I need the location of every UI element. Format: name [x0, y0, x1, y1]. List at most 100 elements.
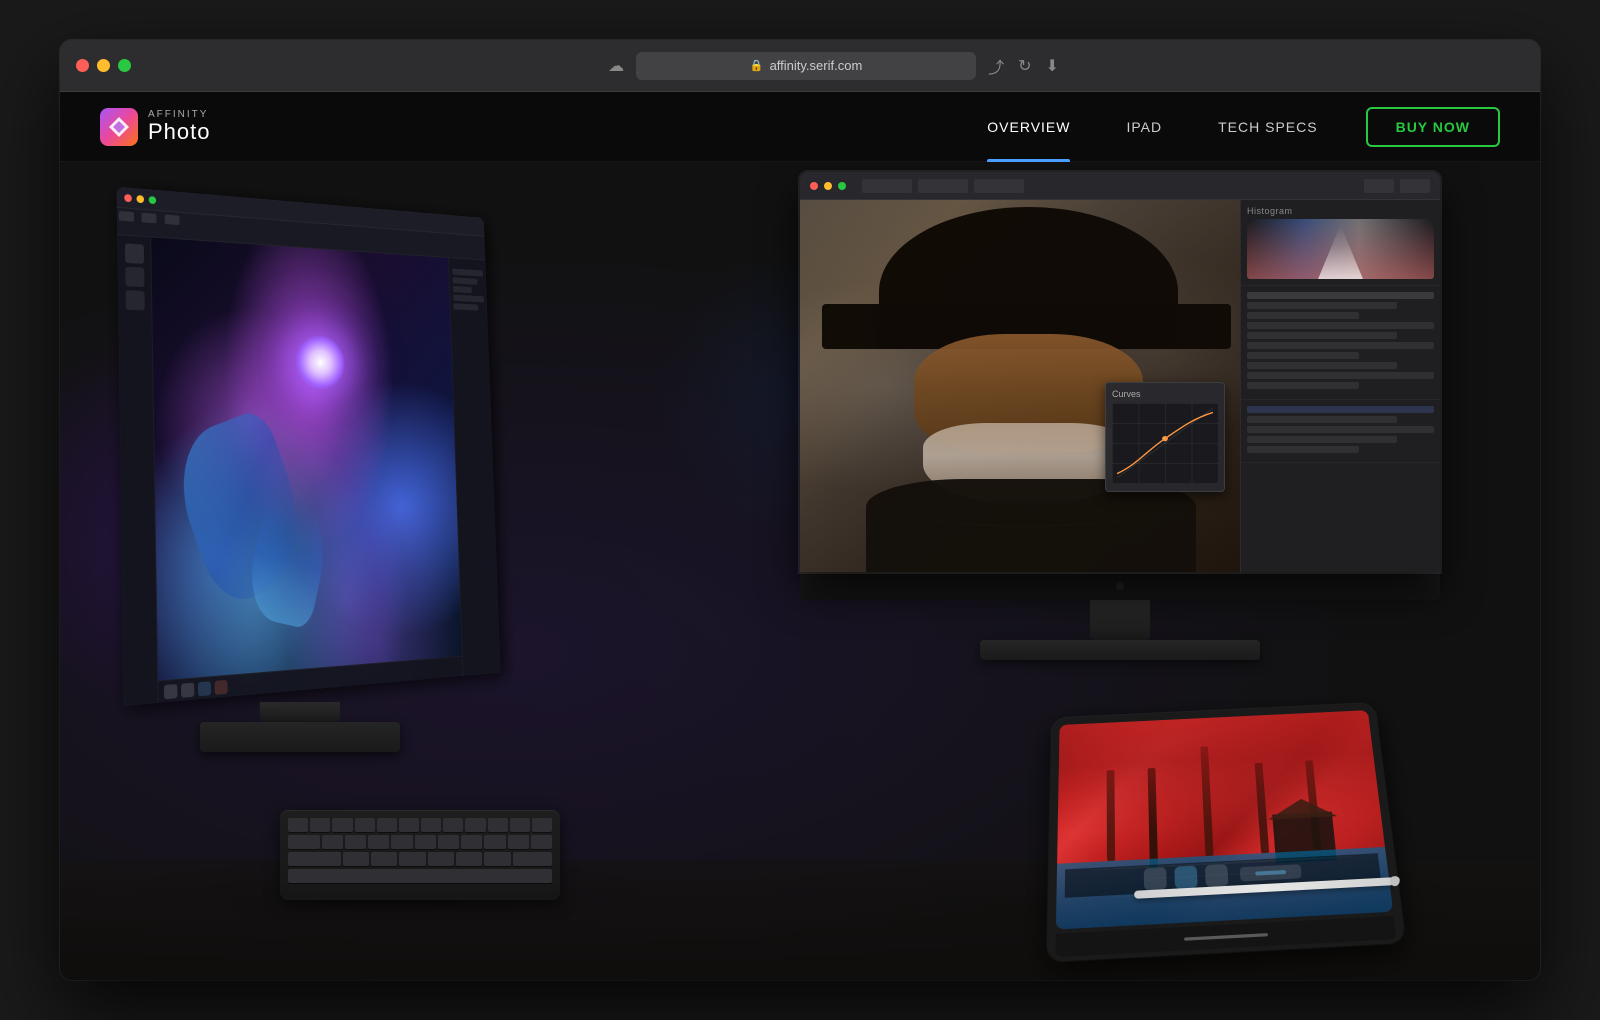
left-monitor	[120, 182, 560, 802]
key	[438, 835, 459, 849]
curves-popup: Curves	[1105, 382, 1225, 492]
key	[510, 818, 530, 832]
toolbar-item-3	[165, 214, 180, 225]
curves-title: Curves	[1112, 389, 1218, 399]
key	[488, 818, 508, 832]
left-monitor-stand	[260, 702, 340, 722]
key	[484, 835, 505, 849]
minimize-dot-r	[824, 182, 832, 190]
key	[484, 852, 510, 866]
key	[345, 835, 366, 849]
bottom-icon-4	[215, 679, 228, 694]
right-monitor-titlebar	[800, 172, 1440, 200]
ipad	[1047, 703, 1406, 962]
logo-area[interactable]: AFFINITY Photo	[100, 108, 211, 146]
key	[288, 869, 552, 883]
key	[513, 852, 552, 866]
key	[322, 835, 343, 849]
key	[288, 835, 320, 849]
close-dot	[124, 193, 132, 201]
home-indicator	[1184, 933, 1268, 941]
key-row-1	[288, 818, 552, 832]
share-icon: ⤴	[988, 54, 1004, 78]
key	[532, 818, 552, 832]
nav-link-tech-specs[interactable]: TECH SPECS	[1190, 92, 1345, 162]
key-row-4	[288, 869, 552, 883]
minimize-button[interactable]	[97, 59, 110, 72]
key	[391, 835, 412, 849]
histogram-section: Histogram	[1241, 200, 1440, 286]
right-monitor-stand-neck	[1090, 600, 1150, 640]
bottom-icon-2	[181, 682, 194, 697]
browser-chrome: ☁ 🔒 affinity.serif.com ⤴ ↻ ⬇	[60, 40, 1540, 92]
layers-section	[1241, 400, 1440, 463]
refresh-icon[interactable]: ↻	[1018, 56, 1031, 76]
dock-item-1	[1144, 867, 1167, 890]
maximize-dot-r	[838, 182, 846, 190]
key	[377, 818, 397, 832]
left-monitor-screen	[117, 187, 501, 706]
bottom-icon-1	[164, 683, 178, 698]
minimize-dot	[136, 194, 144, 202]
browser-window: ☁ 🔒 affinity.serif.com ⤴ ↻ ⬇	[60, 40, 1540, 980]
right-monitor-base	[980, 640, 1260, 660]
key	[443, 818, 463, 832]
product-name: Photo	[148, 120, 211, 144]
key	[428, 852, 454, 866]
keyboard	[280, 810, 560, 900]
key	[355, 818, 375, 832]
maximize-dot	[149, 196, 157, 204]
key	[371, 852, 397, 866]
clothing-area	[866, 479, 1196, 572]
toolbar-item-1	[119, 211, 134, 222]
ipad-screen	[1056, 710, 1393, 929]
key	[508, 835, 529, 849]
navbar: AFFINITY Photo OVERVIEW IPAD TECH SPECS …	[60, 92, 1540, 162]
hero-section: Histogram	[60, 162, 1540, 980]
histogram-label: Histogram	[1247, 206, 1434, 216]
close-dot-r	[810, 182, 818, 190]
adjustments-section	[1241, 286, 1440, 400]
key	[399, 818, 419, 832]
dock-item-2	[1174, 866, 1197, 889]
key-row-3	[288, 852, 552, 866]
maximize-button[interactable]	[118, 59, 131, 72]
key	[288, 852, 341, 866]
key	[461, 835, 482, 849]
logo-text: AFFINITY Photo	[148, 109, 211, 144]
nav-link-ipad[interactable]: IPAD	[1098, 92, 1190, 162]
close-button[interactable]	[76, 59, 89, 72]
histogram	[1247, 219, 1434, 279]
dock-item-3	[1205, 864, 1229, 887]
key	[456, 852, 482, 866]
ipad-screen-inner	[1056, 710, 1393, 929]
key	[310, 818, 330, 832]
key-row-2	[288, 835, 552, 849]
address-bar[interactable]: 🔒 affinity.serif.com	[636, 52, 976, 80]
key	[421, 818, 441, 832]
nav-links: OVERVIEW IPAD TECH SPECS BUY NOW	[959, 92, 1500, 162]
lock-icon: 🔒	[750, 59, 764, 72]
left-monitor-base	[200, 722, 400, 752]
key	[343, 852, 369, 866]
traffic-lights	[76, 59, 131, 72]
nav-link-overview[interactable]: OVERVIEW	[959, 92, 1098, 162]
buy-now-button[interactable]: BUY NOW	[1366, 107, 1500, 147]
download-icon: ⬇	[1046, 56, 1059, 76]
key	[399, 852, 425, 866]
camera-dot	[1116, 582, 1124, 590]
keyboard-keys	[280, 810, 560, 891]
key	[465, 818, 485, 832]
right-monitor: Histogram	[800, 172, 1440, 660]
bottom-icon-3	[198, 681, 211, 696]
key	[288, 818, 308, 832]
right-monitor-screen: Histogram	[800, 172, 1440, 572]
key	[332, 818, 352, 832]
toolbar-item-2	[142, 213, 157, 224]
key	[531, 835, 552, 849]
key	[415, 835, 436, 849]
right-monitor-chin	[800, 572, 1440, 600]
curves-line	[1117, 408, 1213, 478]
affinity-logo-icon	[100, 108, 138, 146]
chrome-center: ☁ 🔒 affinity.serif.com ⤴ ↻ ⬇	[143, 52, 1524, 80]
